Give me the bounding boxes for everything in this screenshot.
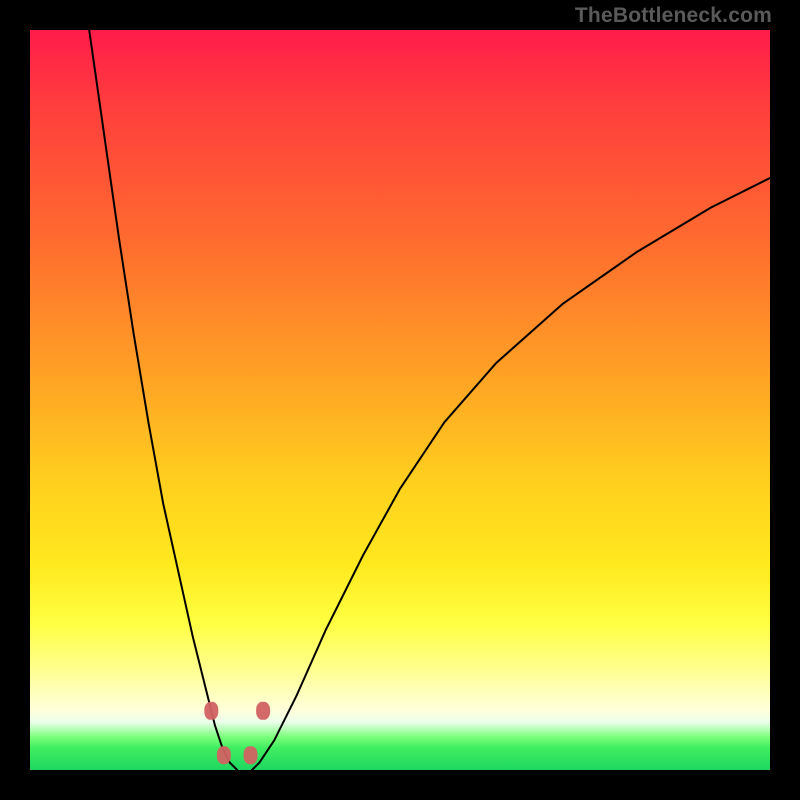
curve-right-branch bbox=[252, 178, 770, 770]
curve-marker bbox=[217, 746, 231, 764]
curve-layer bbox=[30, 30, 770, 770]
attribution-label: TheBottleneck.com bbox=[575, 4, 772, 28]
marker-group bbox=[204, 702, 270, 764]
plot-area bbox=[30, 30, 770, 770]
curve-marker bbox=[256, 702, 270, 720]
chart-frame: TheBottleneck.com bbox=[0, 0, 800, 800]
curve-left-branch bbox=[89, 30, 237, 770]
curve-marker bbox=[244, 746, 258, 764]
curve-marker bbox=[204, 702, 218, 720]
